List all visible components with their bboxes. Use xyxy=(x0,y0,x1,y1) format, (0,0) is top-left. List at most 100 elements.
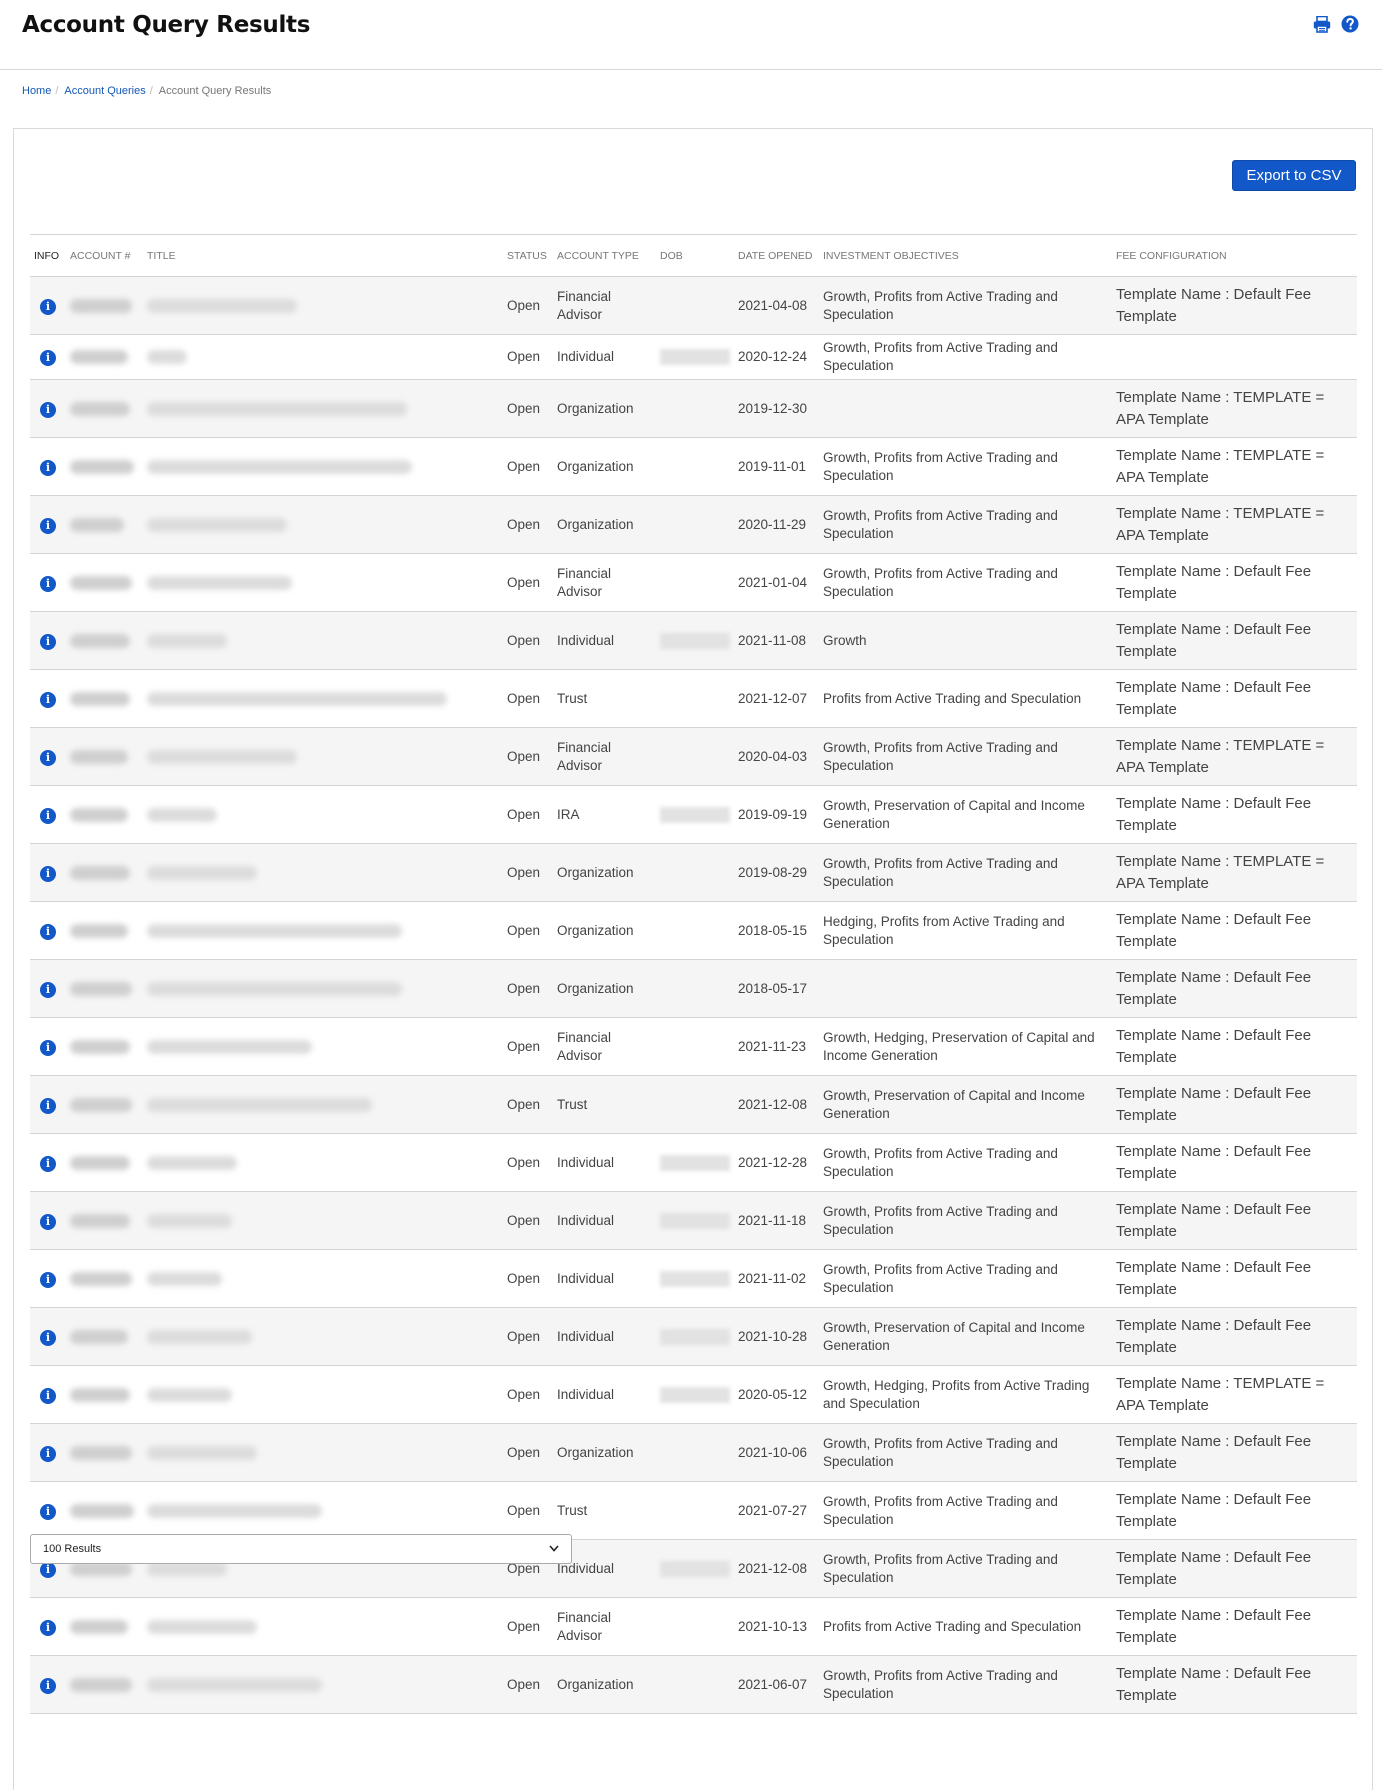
table-row[interactable]: i Open Organization 2021-10-06 Growth, Profi… xyxy=(30,1423,1357,1482)
table-row[interactable]: i Open Organization 2021-06-07 Growth, Profi… xyxy=(30,1655,1357,1714)
table-row[interactable]: i Open Financial Advisor 2021-01-04 Growth, … xyxy=(30,554,1357,612)
redacted-account-number xyxy=(70,298,132,313)
info-icon[interactable]: i xyxy=(40,459,56,476)
info-icon[interactable]: i xyxy=(40,1097,56,1114)
cell-account-type: Organization xyxy=(557,458,634,474)
cell-account-type: Financial Advisor xyxy=(557,1609,612,1643)
info-icon[interactable]: i xyxy=(40,749,56,766)
cell-account-type: Organization xyxy=(557,980,634,996)
print-icon[interactable] xyxy=(1312,14,1332,34)
breadcrumb-home[interactable]: Home xyxy=(22,85,51,97)
table-row[interactable]: i Open Trust 2021-12-08 Growth, Preservation… xyxy=(30,1075,1357,1134)
cell-account-type: Trust xyxy=(557,690,588,706)
table-row[interactable]: i Open Financial Advisor 2021-04-08 Growth, … xyxy=(30,276,1357,335)
table-row[interactable]: i Open Individual 2021-11-02 Growth, Profits… xyxy=(30,1250,1357,1308)
cell-title xyxy=(143,380,503,438)
results-per-page-select[interactable]: 100 Results xyxy=(30,1534,572,1564)
info-icon[interactable]: i xyxy=(40,1155,56,1172)
cell-account-number xyxy=(66,786,143,844)
cell-account-type: Trust xyxy=(557,1096,588,1112)
table-row[interactable]: i Open Organization 2018-05-15 Hedging, Prof… xyxy=(30,902,1357,960)
cell-fee-configuration: Template Name : Default Fee Template xyxy=(1116,968,1312,1008)
cell-dob xyxy=(656,1018,734,1076)
table-row[interactable]: i Open Individual 2020-12-24 Growth, Profits… xyxy=(30,335,1357,380)
info-icon[interactable]: i xyxy=(40,633,56,650)
export-csv-button[interactable]: Export to CSV xyxy=(1232,160,1356,191)
table-row[interactable]: i Open Individual 2021-10-28 Growth, Preserv… xyxy=(30,1307,1357,1366)
table-row[interactable]: i Open Individual 2021-11-08 Growth Template … xyxy=(30,611,1357,670)
cell-date-opened: 2021-04-08 xyxy=(738,297,808,313)
info-icon[interactable]: i xyxy=(40,807,56,824)
info-icon[interactable]: i xyxy=(40,865,56,882)
cell-account-number xyxy=(66,1192,143,1250)
column-header-account-type[interactable]: ACCOUNT TYPE xyxy=(553,235,656,277)
table-row[interactable]: i Open Organization 2019-11-01 Growth, Profi… xyxy=(30,438,1357,496)
info-icon[interactable]: i xyxy=(40,298,56,315)
breadcrumb-account-queries[interactable]: Account Queries xyxy=(64,85,145,97)
redacted-title xyxy=(147,1387,232,1402)
table-row[interactable]: i Open Financial Advisor 2021-11-23 Growth, … xyxy=(30,1018,1357,1076)
info-icon[interactable]: i xyxy=(40,1503,56,1520)
cell-investment-objectives: Growth, Hedging, Profits from Active Tra… xyxy=(823,1377,1090,1411)
redacted-account-number xyxy=(70,1677,132,1692)
column-header-investment-objectives[interactable]: INVESTMENT OBJECTIVES xyxy=(819,235,1112,277)
info-icon[interactable]: i xyxy=(40,923,56,940)
column-header-account[interactable]: ACCOUNT # xyxy=(66,235,143,277)
cell-account-number xyxy=(66,1598,143,1656)
redacted-title xyxy=(147,298,297,313)
cell-investment-objectives: Growth, Preservation of Capital and Inco… xyxy=(823,1087,1085,1121)
info-icon[interactable]: i xyxy=(40,517,56,534)
table-row[interactable]: i Open Trust 2021-12-07 Profits from Active … xyxy=(30,670,1357,728)
cell-date-opened: 2021-10-28 xyxy=(738,1328,808,1344)
cell-account-number xyxy=(66,380,143,438)
info-icon[interactable]: i xyxy=(40,1445,56,1462)
redacted-title xyxy=(147,923,402,938)
info-icon[interactable]: i xyxy=(40,350,56,366)
cell-date-opened: 2021-07-27 xyxy=(738,1502,808,1518)
cell-title xyxy=(143,1076,503,1134)
info-icon[interactable]: i xyxy=(40,981,56,998)
info-icon[interactable]: i xyxy=(40,1213,56,1230)
cell-investment-objectives: Growth, Preservation of Capital and Inco… xyxy=(823,1319,1085,1353)
info-icon[interactable]: i xyxy=(40,1271,56,1288)
table-row[interactable]: i Open Organization 2018-05-17 Template Name… xyxy=(30,959,1357,1018)
column-header-date-opened[interactable]: DATE OPENED xyxy=(734,235,819,277)
cell-date-opened: 2021-12-08 xyxy=(738,1560,808,1576)
redacted-dob xyxy=(660,1212,730,1229)
help-icon[interactable] xyxy=(1340,14,1360,34)
info-icon[interactable]: i xyxy=(40,1677,56,1694)
table-row[interactable]: i Open Individual 2021-11-18 Growth, Profits… xyxy=(30,1191,1357,1250)
cell-account-type: Financial Advisor xyxy=(557,1029,612,1063)
info-icon[interactable]: i xyxy=(40,691,56,708)
info-icon[interactable]: i xyxy=(40,1039,56,1056)
table-row[interactable]: i Open Organization 2020-11-29 Growth, Profi… xyxy=(30,495,1357,554)
table-row[interactable]: i Open Organization 2019-12-30 Template Name… xyxy=(30,379,1357,438)
cell-account-type: Individual xyxy=(557,632,615,648)
table-row[interactable]: i Open Financial Advisor 2020-04-03 Growth, … xyxy=(30,727,1357,786)
column-header-status[interactable]: STATUS xyxy=(503,235,553,277)
cell-info: i xyxy=(30,612,66,670)
cell-account-type: Financial Advisor xyxy=(557,739,612,773)
column-header-dob[interactable]: DOB xyxy=(656,235,734,277)
info-icon[interactable]: i xyxy=(40,1329,56,1346)
cell-info: i xyxy=(30,1018,66,1076)
cell-dob xyxy=(656,1598,734,1656)
cell-fee-configuration: Template Name : Default Fee Template xyxy=(1116,562,1312,602)
cell-info: i xyxy=(30,1482,66,1540)
info-icon[interactable]: i xyxy=(40,1387,56,1404)
table-row[interactable]: i Open Trust 2021-07-27 Growth, Profits from… xyxy=(30,1482,1357,1540)
info-icon[interactable]: i xyxy=(40,1619,56,1636)
column-header-fee-configuration[interactable]: FEE CONFIGURATION xyxy=(1112,235,1357,277)
table-row[interactable]: i Open Organization 2019-08-29 Growth, Profi… xyxy=(30,843,1357,902)
table-row[interactable]: i Open Financial Advisor 2021-10-13 Profits … xyxy=(30,1598,1357,1656)
cell-investment-objectives: Growth, Profits from Active Trading and … xyxy=(823,1493,1058,1527)
table-row[interactable]: i Open IRA 2019-09-19 Growth, Preservation o… xyxy=(30,786,1357,844)
redacted-account-number xyxy=(70,1039,130,1054)
cell-investment-objectives: Profits from Active Trading and Speculat… xyxy=(823,1618,1082,1634)
info-icon[interactable]: i xyxy=(40,401,56,418)
table-row[interactable]: i Open Individual 2020-05-12 Growth, Hedging… xyxy=(30,1366,1357,1424)
breadcrumb-current: Account Query Results xyxy=(158,85,272,97)
column-header-title[interactable]: TITLE xyxy=(143,235,503,277)
table-row[interactable]: i Open Individual 2021-12-28 Growth, Profits… xyxy=(30,1134,1357,1192)
info-icon[interactable]: i xyxy=(40,575,56,592)
